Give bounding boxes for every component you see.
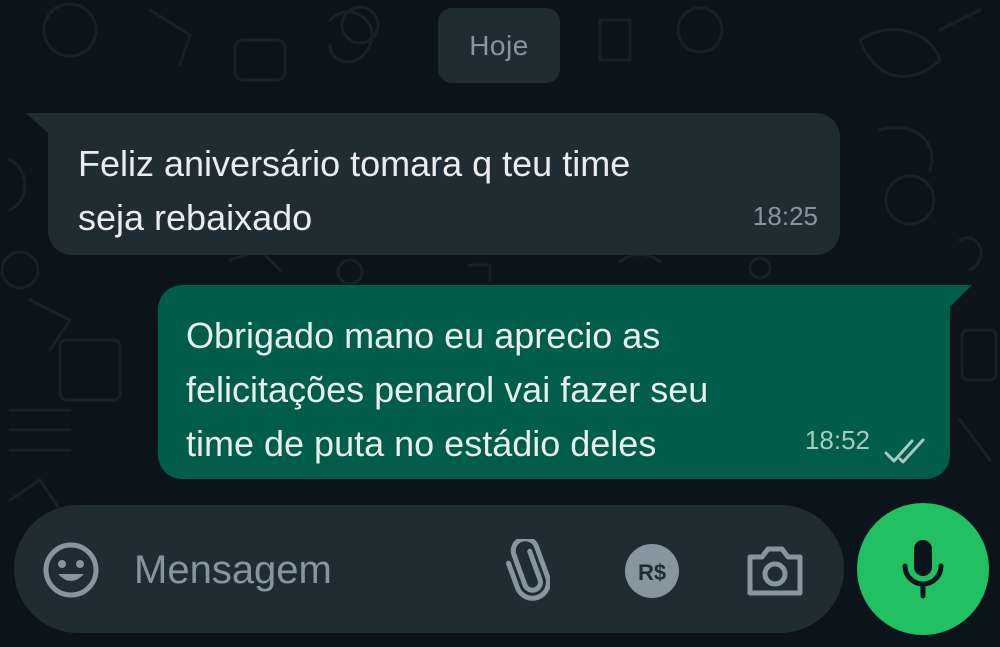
outgoing-bubble-tail [950, 285, 972, 307]
mic-button[interactable] [857, 503, 989, 635]
chat-window: Hoje Feliz aniversário tomara q teu time… [0, 0, 1000, 647]
camera-icon[interactable] [744, 543, 806, 599]
incoming-bubble-tail [26, 113, 50, 135]
message-timestamp: 18:25 [752, 201, 818, 231]
message-text: Feliz aniversário tomara q teu time seja… [78, 143, 631, 238]
message-composer: Mensagem R$ [14, 505, 844, 633]
attach-icon[interactable] [506, 539, 550, 601]
payment-icon[interactable]: R$ [624, 543, 680, 599]
message-input[interactable]: Mensagem [134, 541, 332, 599]
message-timestamp: 18:52 [804, 425, 870, 455]
payment-icon-label: R$ [638, 560, 666, 585]
emoji-icon[interactable] [42, 541, 100, 599]
mic-icon [902, 540, 944, 599]
outgoing-message-bubble[interactable]: Obrigado mano eu aprecio as felicitações… [158, 285, 950, 479]
date-separator: Hoje [438, 8, 560, 83]
incoming-message-bubble[interactable]: Feliz aniversário tomara q teu time seja… [48, 113, 840, 255]
read-receipt-double-check-icon [884, 438, 925, 464]
